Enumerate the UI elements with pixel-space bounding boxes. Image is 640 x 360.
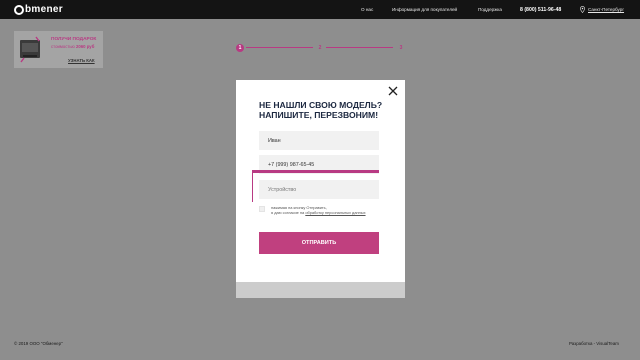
field-focus-indicator	[252, 170, 379, 173]
consent-prefix: я даю согласие на	[271, 210, 305, 215]
promo-learn-how-link[interactable]: УЗНАТЬ КАК	[68, 58, 95, 63]
gift-product-image	[20, 36, 40, 63]
name-field[interactable]: Иван	[259, 131, 379, 150]
step-connector	[326, 47, 393, 48]
header-phone[interactable]: 8 (800) 511-96-48	[520, 0, 561, 19]
logo-o-icon	[14, 4, 24, 15]
gift-promo[interactable]: ПОЛУЧИ ПОДАРОК стоимостью 2060 руб УЗНАТ…	[14, 31, 103, 68]
promo-title: ПОЛУЧИ ПОДАРОК	[51, 37, 97, 42]
step-connector	[246, 47, 313, 48]
nav-about-link[interactable]: О нас	[361, 0, 373, 19]
developer-credit[interactable]: Разработка - VisualTeam	[569, 341, 619, 346]
consent-checkbox[interactable]	[259, 206, 265, 212]
device-field[interactable]: Устройство	[259, 180, 379, 199]
privacy-policy-link[interactable]: обработку персональных данных	[305, 210, 365, 215]
step-1: 1	[236, 44, 244, 52]
consent-text: нажимая на кнопку Отправить, я даю согла…	[271, 205, 366, 215]
step-2: 2	[318, 45, 322, 51]
nav-buyers-info-link[interactable]: Информация для покупателей	[392, 0, 457, 19]
modal-title-line-1: НЕ НАШЛИ СВОЮ МОДЕЛЬ?	[259, 100, 383, 110]
consent-line-2: я даю согласие на обработку персональных…	[271, 210, 366, 215]
modal-title-line-2: НАПИШИТЕ, ПЕРЕЗВОНИМ!	[259, 110, 379, 120]
submit-button[interactable]: ОТПРАВИТЬ	[259, 232, 379, 254]
copyright: © 2019 ООО "Обменер"	[14, 341, 63, 346]
promo-subtitle: стоимостью 2060 руб	[51, 44, 94, 49]
location-pin-icon	[580, 6, 585, 13]
nav-support-link[interactable]: Поддержка	[478, 0, 502, 19]
close-icon[interactable]	[388, 86, 398, 96]
city-selector[interactable]: Санкт-Петербург	[580, 0, 624, 19]
modal-title: НЕ НАШЛИ СВОЮ МОДЕЛЬ? НАПИШИТЕ, ПЕРЕЗВОН…	[259, 100, 389, 120]
logo-text: bmener	[25, 4, 63, 15]
logo[interactable]: bmener	[14, 3, 63, 16]
background-panel	[236, 282, 405, 298]
step-3: 3	[399, 45, 403, 51]
city-label: Санкт-Петербург	[588, 7, 625, 12]
promo-subtitle-text: стоимостью	[51, 44, 75, 49]
promo-amount: 2060 руб	[75, 44, 95, 49]
field-focus-indicator-left	[252, 170, 253, 202]
top-bar: bmener О нас Информация для покупателей …	[0, 0, 640, 19]
